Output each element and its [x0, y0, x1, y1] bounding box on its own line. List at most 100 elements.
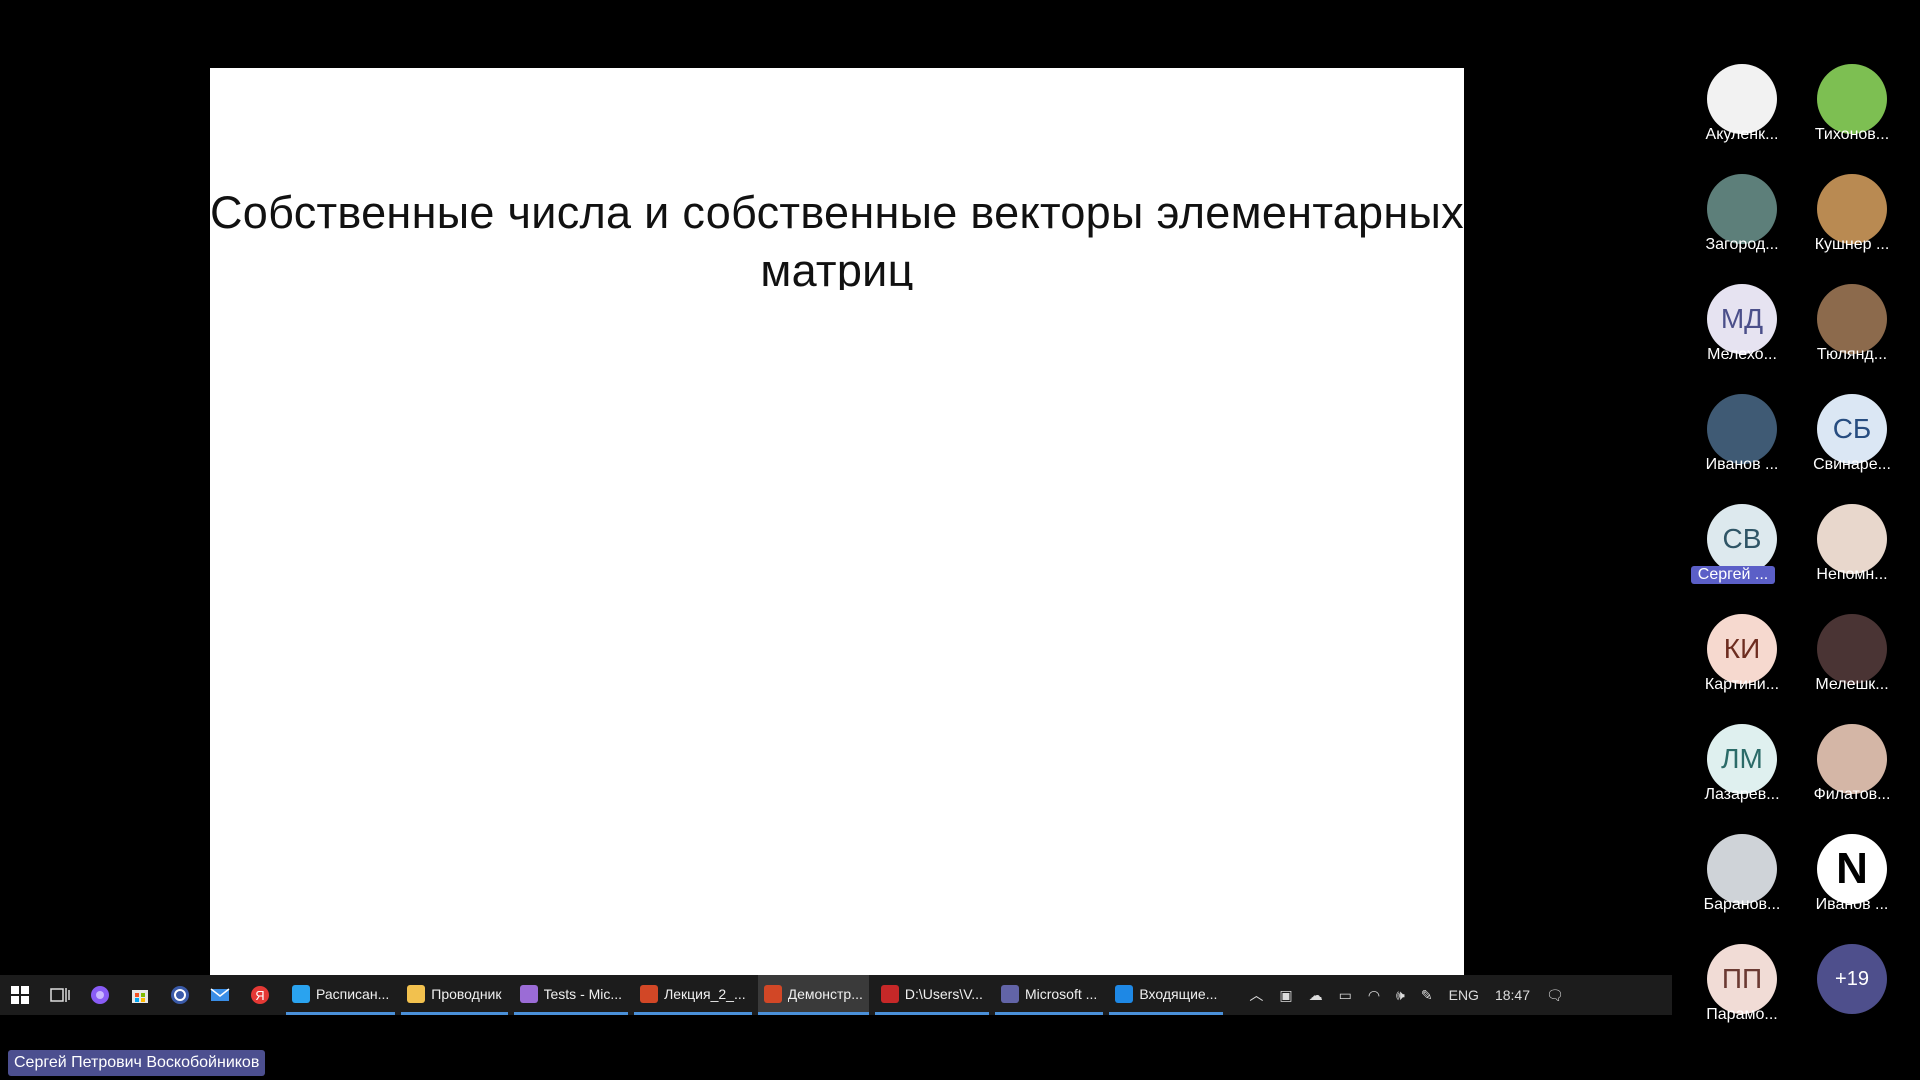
yandex-browser-icon[interactable]: Я [240, 975, 280, 1015]
participant-tile[interactable]: Акуленк... [1687, 64, 1797, 174]
alice-assistant-icon[interactable] [80, 975, 120, 1015]
taskbar-app-button[interactable]: Демонстр... [757, 975, 869, 1015]
taskbar-app-button[interactable]: Microsoft ... [994, 975, 1104, 1015]
taskbar-app-button[interactable]: D:\Users\V... [874, 975, 989, 1015]
avatar [1817, 64, 1887, 134]
avatar-initials: СБ [1832, 413, 1872, 444]
participant-tile[interactable]: Филатов... [1797, 724, 1907, 834]
taskbar-app-label: D:\Users\V... [904, 985, 983, 1002]
meeting-stage: Собственные числа и собственные векторы … [0, 0, 1920, 1080]
svg-text:Я: Я [255, 988, 264, 1003]
avatar-initials: ПП [1721, 963, 1763, 994]
taskbar-app-label: Проводник [431, 985, 502, 1002]
task-view-icon[interactable] [40, 975, 80, 1015]
notifications-icon[interactable]: 🗨 [1538, 987, 1572, 1004]
taskbar-app-button[interactable]: Лекция_2_... [634, 975, 752, 1015]
participant-name: Загород... [1705, 236, 1779, 253]
wifi-icon[interactable]: ◠ [1360, 987, 1388, 1004]
avatar-initials: МД [1720, 303, 1764, 334]
participant-name: Мелехо... [1707, 346, 1777, 363]
participant-name: Акуленк... [1705, 126, 1779, 143]
windows-taskbar: Я Расписан... Проводник Tests - Mic... Лекц… [0, 975, 1672, 1015]
folder-icon [407, 984, 426, 1003]
meet-now-icon[interactable]: ▣ [1271, 987, 1300, 1004]
taskbar-app-label: Демонстр... [787, 985, 863, 1002]
powerpoint-icon [640, 984, 659, 1003]
avatar [1707, 834, 1777, 904]
participant-tile[interactable]: ПП Парамо... [1687, 944, 1797, 1054]
avatar: ПП [1707, 944, 1777, 1014]
participant-tile[interactable]: Баранов... [1687, 834, 1797, 944]
avatar-initials: ЛМ [1721, 743, 1763, 774]
participant-tile[interactable]: Иванов ... [1687, 394, 1797, 504]
taskbar-app-label: Microsoft ... [1024, 985, 1098, 1002]
slide-title-area: Собственные числа и собственные векторы … [210, 184, 1464, 290]
participant-name: Тихонов... [1814, 126, 1890, 143]
onedrive-cloud-icon[interactable]: ☁ [1301, 987, 1331, 1004]
taskbar-app-button[interactable]: Tests - Mic... [513, 975, 629, 1015]
participant-tile[interactable]: N Иванов ... [1797, 834, 1907, 944]
avatar: МД [1707, 284, 1777, 354]
shared-screen: Собственные числа и собственные векторы … [210, 68, 1464, 975]
participant-name: Кушнер ... [1814, 236, 1890, 253]
participant-tile[interactable]: МД Мелехо... [1687, 284, 1797, 394]
avatar [1817, 174, 1887, 244]
slide-title: Собственные числа и собственные векторы … [210, 187, 1464, 290]
participant-tile[interactable]: ЛМ Лазарев... [1687, 724, 1797, 834]
participant-name: Сергей ... [1691, 566, 1775, 584]
avatar [1817, 614, 1887, 684]
taskbar-app-button[interactable]: Проводник [401, 975, 508, 1015]
participant-tile[interactable]: СБ Свинаре... [1797, 394, 1907, 504]
participant-tile[interactable]: Тюлянд... [1797, 284, 1907, 394]
participant-name: Лазарев... [1704, 786, 1780, 803]
avatar [1817, 284, 1887, 354]
participant-name: Филатов... [1813, 786, 1891, 803]
taskbar-app-label: Входящие... [1139, 985, 1218, 1002]
participant-tile[interactable]: Тихонов... [1797, 64, 1907, 174]
taskbar-app-button[interactable]: Расписан... [286, 975, 396, 1015]
participant-tile[interactable]: Непомн... [1797, 504, 1907, 614]
avatar: СБ [1817, 394, 1887, 464]
avatar [1707, 174, 1777, 244]
windows-start-icon[interactable] [0, 975, 40, 1015]
presenter-name-tag: Сергей Петрович Воскобойников [8, 1050, 266, 1076]
avatar: +19 [1817, 944, 1887, 1014]
calendar-app-icon [880, 984, 899, 1003]
mail-icon[interactable] [200, 975, 240, 1015]
browser-icon[interactable] [160, 975, 200, 1015]
participant-name: Мелешк... [1815, 676, 1889, 693]
powerpoint-icon [763, 984, 782, 1003]
battery-icon[interactable]: ▭ [1331, 987, 1360, 1004]
participant-tile[interactable]: Кушнер ... [1797, 174, 1907, 284]
avatar: ЛМ [1707, 724, 1777, 794]
participant-name: Свинаре... [1813, 456, 1891, 473]
participant-tile[interactable]: Мелешк... [1797, 614, 1907, 724]
participant-name: Иванов ... [1815, 896, 1889, 913]
participant-name: Непомн... [1816, 566, 1888, 583]
teams-icon [1000, 984, 1019, 1003]
chevron-up-icon[interactable]: ︿ [1241, 985, 1271, 1005]
avatar-initials: СВ [1722, 523, 1762, 554]
taskbar-app-label: Tests - Mic... [543, 985, 623, 1002]
volume-icon[interactable]: 🕪 [1388, 987, 1413, 1004]
taskbar-app-label: Лекция_2_... [664, 985, 746, 1002]
participant-name: Парамо... [1706, 1006, 1778, 1023]
participant-name: Баранов... [1703, 896, 1781, 913]
participant-tile[interactable]: КИ Картини... [1687, 614, 1797, 724]
participant-name: Иванов ... [1705, 456, 1779, 473]
avatar [1707, 64, 1777, 134]
participant-tile[interactable]: Загород... [1687, 174, 1797, 284]
avatar-initials: КИ [1723, 633, 1761, 664]
taskbar-app-button[interactable]: Входящие... [1109, 975, 1224, 1015]
avatar: N [1817, 834, 1887, 904]
participant-tile[interactable]: СВ Сергей ... [1687, 504, 1797, 614]
clock-time[interactable]: 18:47 [1487, 987, 1538, 1003]
avatar: СВ [1707, 504, 1777, 574]
store-icon[interactable] [120, 975, 160, 1015]
taskbar-app-label: Расписан... [316, 985, 390, 1002]
visual-studio-icon [519, 984, 538, 1003]
avatar: КИ [1707, 614, 1777, 684]
pen-icon[interactable]: ✎ [1413, 987, 1441, 1004]
input-language[interactable]: ENG [1441, 987, 1487, 1003]
more-participants-button[interactable]: +19 [1797, 944, 1907, 1054]
